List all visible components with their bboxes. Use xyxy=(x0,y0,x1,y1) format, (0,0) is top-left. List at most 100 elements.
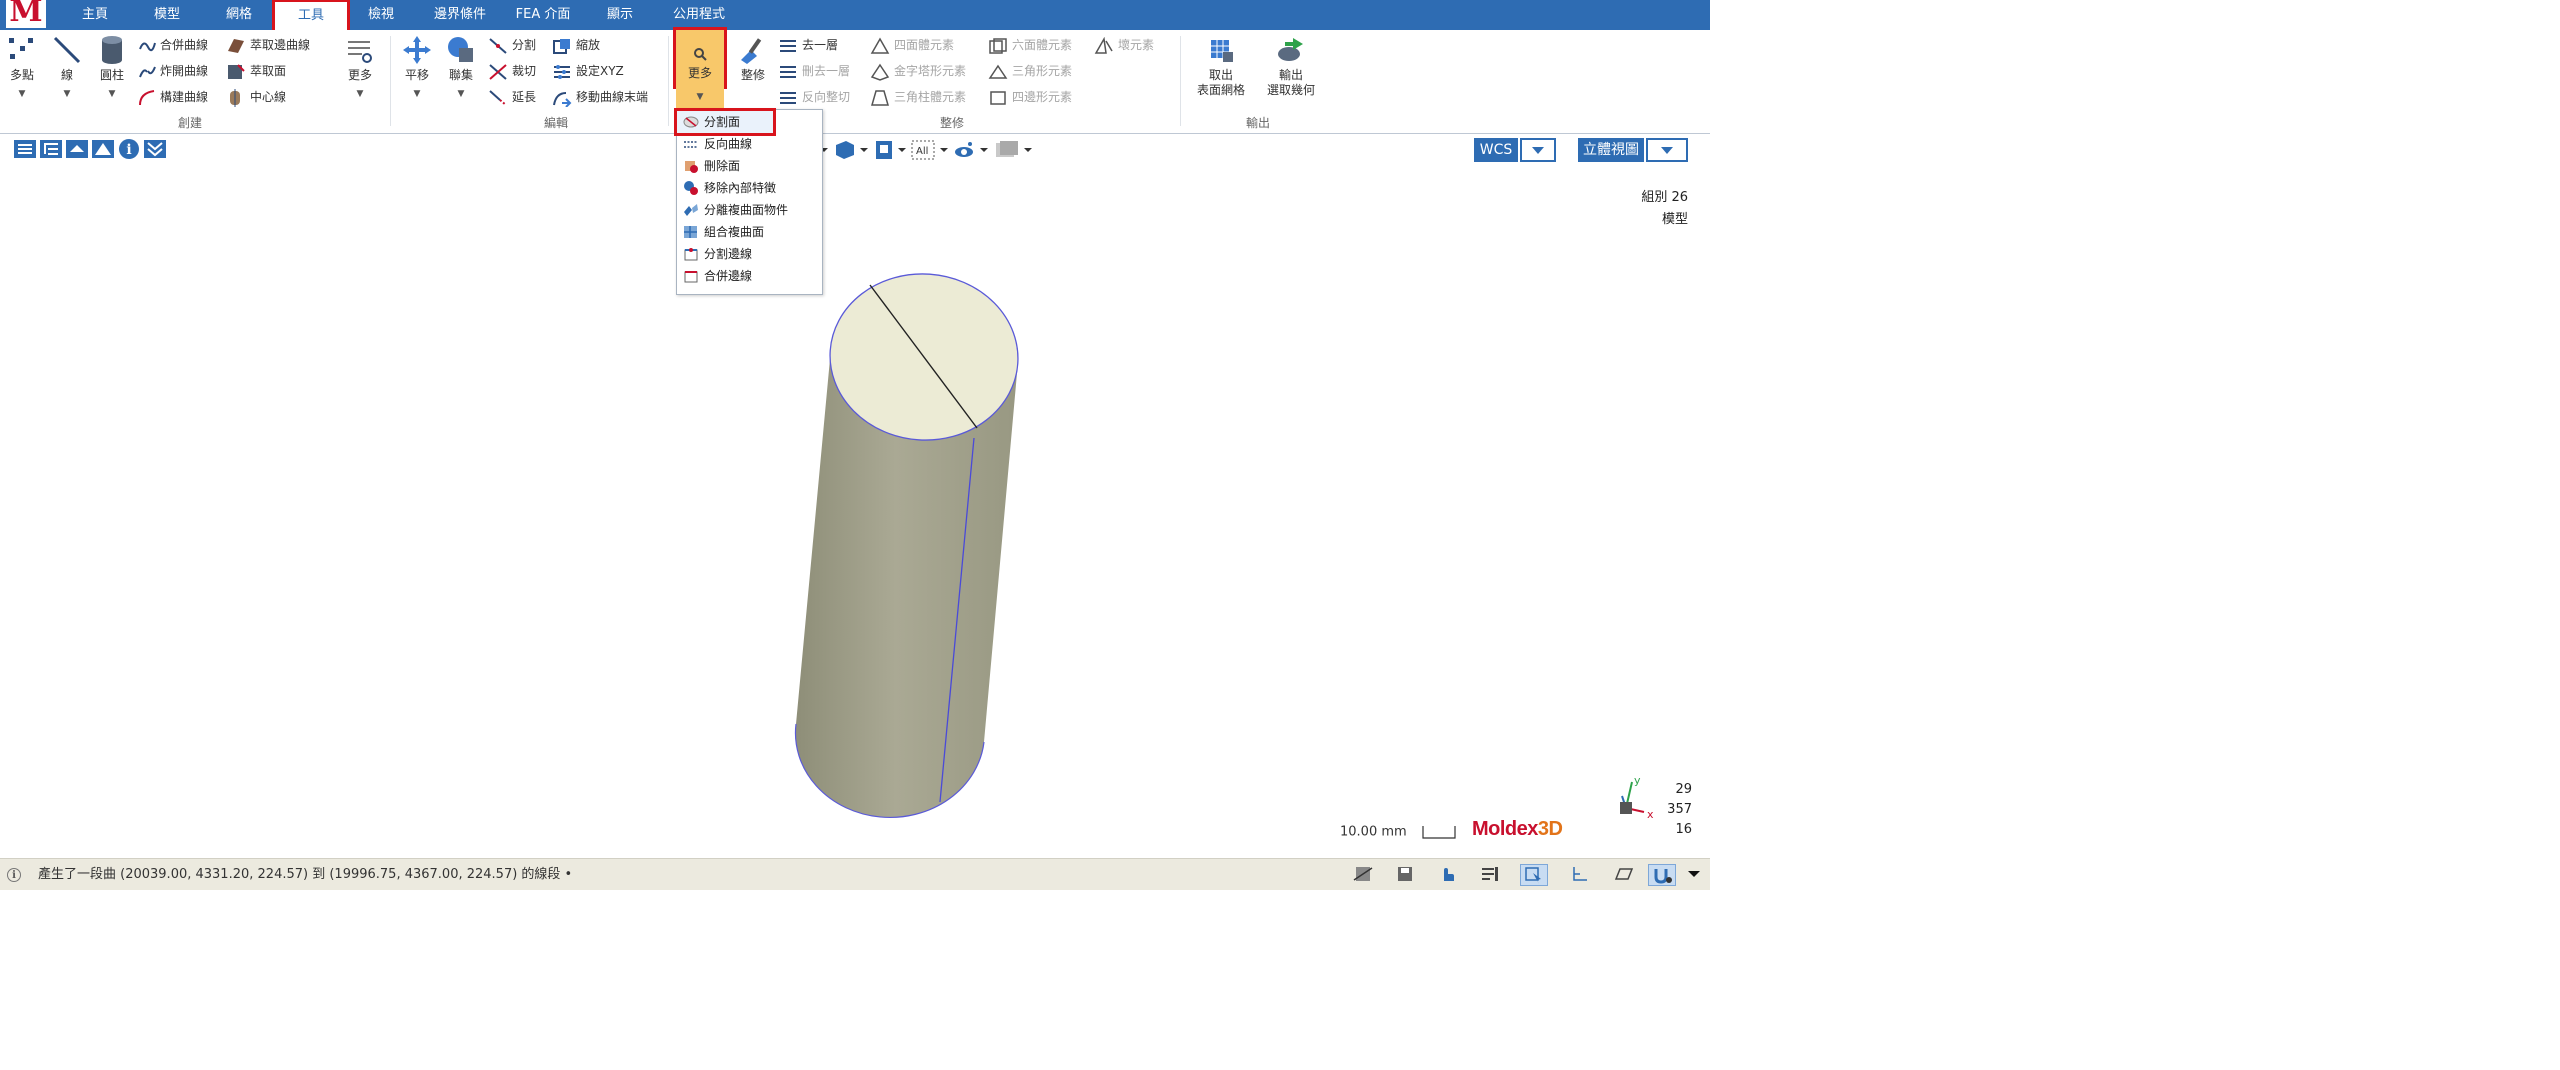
tab-view[interactable]: 檢視 xyxy=(356,0,406,30)
wcs-button[interactable]: WCS xyxy=(1474,138,1518,162)
chevron-down-icon[interactable] xyxy=(898,148,906,152)
menu-item-split-face[interactable]: 分割面 xyxy=(674,108,776,136)
hexa-button[interactable]: 六面體元素 xyxy=(988,34,1072,56)
set-xyz-button[interactable]: 設定XYZ xyxy=(552,60,624,82)
chevron-down-icon: ▼ xyxy=(696,92,704,102)
tab-home[interactable]: 主頁 xyxy=(70,0,120,30)
line-button[interactable]: 線 ▼ xyxy=(50,34,84,99)
status-bar: i 產生了一段曲 (20039.00, 4331.20, 224.57) 到 (… xyxy=(0,858,1710,890)
chevron-down-icon[interactable] xyxy=(1024,148,1032,152)
repair-button[interactable]: 整修 xyxy=(734,34,772,83)
separate-surfaces-icon xyxy=(684,204,698,216)
3d-viewport[interactable]: 組別 26 模型 y x 29 357 16 xyxy=(0,166,1710,858)
chevron-down-icon[interactable] xyxy=(940,148,948,152)
union-button[interactable]: 聯集 ▼ xyxy=(442,34,480,99)
layer-reverse-icon xyxy=(780,91,796,104)
cylinder-button[interactable]: 圓柱 ▼ xyxy=(94,34,130,99)
menu-item-separate-surfaces[interactable]: 分離複曲面物件 xyxy=(677,199,822,221)
trim-button[interactable]: 裁切 xyxy=(488,60,536,82)
menu-item-delete-face[interactable]: 刪除面 xyxy=(677,155,822,177)
page-icon[interactable] xyxy=(876,141,892,159)
tab-boundary-conditions[interactable]: 邊界條件 xyxy=(425,0,495,30)
tab-tools[interactable]: 工具 xyxy=(272,0,350,33)
chevron-down-icon xyxy=(1532,147,1544,154)
mesh-check-icon[interactable] xyxy=(1350,864,1378,886)
tab-fea-interface[interactable]: FEA 介面 xyxy=(508,0,578,30)
double-chevron-down-icon[interactable] xyxy=(144,140,166,158)
select-mode-icon[interactable] xyxy=(1520,864,1548,886)
scale-button[interactable]: 縮放 xyxy=(552,34,600,56)
triangle-warning-icon[interactable] xyxy=(92,140,114,158)
repair-more-button[interactable]: 更多 xyxy=(673,27,727,89)
notes-icon[interactable] xyxy=(1476,864,1504,886)
coord-readout-1: 29 xyxy=(1675,782,1692,797)
extract-edge-curve-button[interactable]: 萃取邊曲線 xyxy=(226,34,310,56)
pyramid-button[interactable]: 金字塔形元素 xyxy=(870,60,966,82)
prism-button[interactable]: 三角柱體元素 xyxy=(870,86,966,108)
magnet-snap-icon[interactable] xyxy=(1648,864,1676,886)
svg-text:i: i xyxy=(126,142,131,158)
wcs-dropdown[interactable] xyxy=(1520,138,1556,162)
tri-button[interactable]: 三角形元素 xyxy=(988,60,1072,82)
remove-layer-button[interactable]: 刪去一層 xyxy=(778,60,850,82)
status-more-dropdown[interactable] xyxy=(1684,864,1704,886)
translate-button[interactable]: 平移 ▼ xyxy=(398,34,436,99)
combine-curve-button[interactable]: 合併曲線 xyxy=(138,34,208,56)
extract-surface-button[interactable]: 萃取面 xyxy=(226,60,286,82)
move-curve-end-button[interactable]: 移動曲線末端 xyxy=(552,86,648,108)
centerline-button[interactable]: 中心線 xyxy=(226,86,286,108)
chevron-down-icon[interactable] xyxy=(980,148,988,152)
repair-more-arrow[interactable]: ▼ xyxy=(676,86,724,108)
tab-model[interactable]: 模型 xyxy=(142,0,192,30)
pyramid-label: 金字塔形元素 xyxy=(894,64,967,78)
cylinder-model[interactable] xyxy=(0,166,1710,858)
app-logo[interactable]: M xyxy=(6,0,46,29)
chevron-down-icon: ▼ xyxy=(413,89,421,99)
info-icon[interactable]: i xyxy=(119,139,139,159)
bad-element-button[interactable]: 壞元素 xyxy=(1094,34,1154,56)
menu-item-label: 分離複曲面物件 xyxy=(704,203,789,217)
save-icon[interactable] xyxy=(1392,864,1420,886)
menu-item-merge-edge[interactable]: 合併邊線 xyxy=(677,265,822,287)
tab-mesh[interactable]: 網格 xyxy=(214,0,264,30)
extract-surface-icon xyxy=(228,63,245,79)
menu-item-reverse-curve[interactable]: 反向曲線 xyxy=(677,133,822,155)
coord-readout-2: 357 xyxy=(1667,802,1692,817)
explode-curve-icon xyxy=(139,66,156,77)
set-xyz-label: 設定XYZ xyxy=(576,64,624,78)
plane-toggle-icon[interactable] xyxy=(1610,864,1638,886)
menu-item-combine-surfaces[interactable]: 組合複曲面 xyxy=(677,221,822,243)
tetra-button[interactable]: 四面體元素 xyxy=(870,34,954,56)
tab-utilities[interactable]: 公用程式 xyxy=(662,0,736,30)
view-orientation-dropdown[interactable] xyxy=(1646,138,1688,162)
axis-toggle-icon[interactable] xyxy=(1566,864,1594,886)
menu-item-label: 移除內部特徵 xyxy=(704,181,777,195)
hand-cursor-icon[interactable] xyxy=(1434,864,1462,886)
export-selected-geometry-button[interactable]: 輸出 選取幾何 xyxy=(1258,34,1324,98)
chevron-down-icon: ▼ xyxy=(18,89,26,99)
reverse-repair-button[interactable]: 反向整切 xyxy=(778,86,850,108)
tree-view-icon[interactable] xyxy=(40,140,62,158)
view-orientation-button[interactable]: 立體視圖 xyxy=(1578,138,1644,162)
tetra-label: 四面體元素 xyxy=(894,38,955,52)
chevron-down-icon[interactable] xyxy=(860,148,868,152)
tab-display[interactable]: 顯示 xyxy=(595,0,645,30)
surface-mesh-icon xyxy=(1211,40,1233,62)
dedupe-button[interactable]: 去一層 xyxy=(778,34,838,56)
split-button[interactable]: 分割 xyxy=(488,34,536,56)
menu-item-remove-internal-feature[interactable]: 移除內部特徵 xyxy=(677,177,822,199)
extend-button[interactable]: 延長 xyxy=(488,86,536,108)
explode-curve-button[interactable]: 炸開曲線 xyxy=(138,60,208,82)
eye-icon[interactable] xyxy=(955,142,973,157)
create-more-button[interactable]: 更多 ▼ xyxy=(342,34,378,99)
layer-icon[interactable] xyxy=(66,140,88,158)
extract-surface-mesh-button[interactable]: 取出 表面網格 xyxy=(1188,34,1254,98)
quad-button[interactable]: 四邊形元素 xyxy=(988,86,1072,108)
export-selected-geometry-label: 輸出 選取幾何 xyxy=(1266,68,1315,97)
view-cube-icon[interactable] xyxy=(836,141,854,159)
list-view-icon[interactable] xyxy=(14,140,36,158)
construct-curve-button[interactable]: 構建曲線 xyxy=(138,86,208,108)
menu-item-split-edge[interactable]: 分割邊線 xyxy=(677,243,822,265)
multipoint-button[interactable]: 多點 ▼ xyxy=(4,34,40,99)
display-mode-icon[interactable] xyxy=(996,141,1018,157)
